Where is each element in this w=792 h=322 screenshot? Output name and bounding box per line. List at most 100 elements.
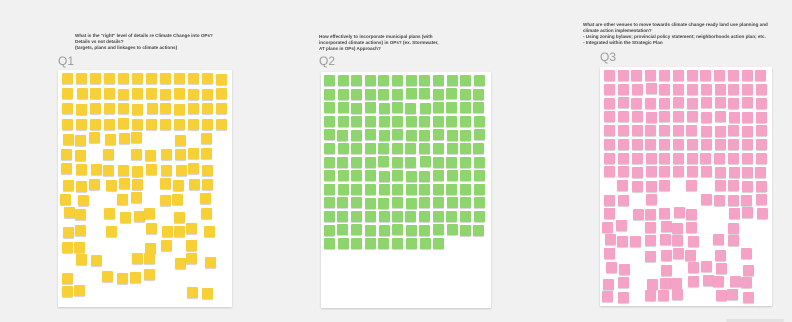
- sticky-note-3-80[interactable]: [700, 153, 712, 164]
- sticky-note-2-122[interactable]: [337, 210, 349, 222]
- sticky-note-2-44[interactable]: [419, 115, 431, 127]
- sticky-note-3-35[interactable]: [741, 97, 753, 109]
- sticky-note-2-137[interactable]: [378, 224, 390, 236]
- sticky-note-3-141[interactable]: [660, 249, 672, 261]
- sticky-note-1-12[interactable]: [216, 73, 228, 85]
- sticky-note-2-64[interactable]: [364, 142, 376, 154]
- sticky-note-3-138[interactable]: [727, 234, 739, 246]
- sticky-note-2-14[interactable]: [337, 88, 349, 100]
- sticky-note-1-14[interactable]: [76, 87, 88, 99]
- sticky-note-1-76[interactable]: [202, 164, 214, 176]
- sticky-note-2-136[interactable]: [364, 224, 376, 236]
- sticky-note-2-21[interactable]: [433, 88, 445, 100]
- sticky-note-3-88[interactable]: [645, 166, 657, 178]
- sticky-note-3-27[interactable]: [631, 97, 643, 109]
- sticky-note-3-169[interactable]: [726, 289, 738, 301]
- sticky-note-3-2[interactable]: [617, 69, 629, 81]
- sticky-note-2-33[interactable]: [432, 102, 444, 114]
- sticky-note-3-127[interactable]: [671, 222, 683, 234]
- sticky-note-3-146[interactable]: [605, 262, 617, 274]
- sticky-note-3-6[interactable]: [673, 70, 685, 82]
- sticky-note-3-34[interactable]: [728, 97, 740, 109]
- sticky-note-3-26[interactable]: [618, 97, 629, 109]
- sticky-note-3-62[interactable]: [617, 139, 629, 151]
- sticky-note-1-49[interactable]: [63, 134, 75, 146]
- sticky-note-1-116[interactable]: [90, 255, 102, 267]
- sticky-note-3-82[interactable]: [727, 152, 739, 164]
- sticky-note-2-83[interactable]: [460, 156, 472, 168]
- sticky-note-2-30[interactable]: [392, 102, 404, 113]
- sticky-note-2-84[interactable]: [473, 156, 485, 168]
- sticky-note-1-114[interactable]: [186, 240, 198, 252]
- sticky-note-2-117[interactable]: [433, 197, 444, 209]
- sticky-note-1-31[interactable]: [146, 103, 158, 115]
- sticky-note-2-46[interactable]: [446, 115, 458, 127]
- sticky-note-1-2[interactable]: [75, 72, 87, 84]
- sticky-note-2-100[interactable]: [364, 183, 376, 195]
- q3-board[interactable]: [600, 67, 772, 306]
- sticky-note-3-71[interactable]: [742, 138, 754, 150]
- sticky-note-3-137[interactable]: [712, 233, 724, 245]
- sticky-note-3-52[interactable]: [645, 125, 657, 136]
- sticky-note-2-107[interactable]: [460, 183, 471, 195]
- sticky-note-1-38[interactable]: [76, 119, 88, 131]
- sticky-note-2-127[interactable]: [405, 211, 417, 223]
- sticky-note-2-88[interactable]: [364, 170, 376, 182]
- sticky-note-3-103[interactable]: [728, 180, 740, 192]
- sticky-note-3-113[interactable]: [756, 193, 768, 205]
- sticky-note-3-87[interactable]: [631, 166, 643, 178]
- sticky-note-2-2[interactable]: [337, 74, 349, 86]
- sticky-note-1-5[interactable]: [118, 72, 130, 84]
- sticky-note-3-110[interactable]: [714, 195, 726, 206]
- sticky-note-2-18[interactable]: [391, 88, 403, 100]
- sticky-note-1-53[interactable]: [119, 133, 131, 144]
- sticky-note-2-110[interactable]: [337, 197, 349, 209]
- sticky-note-1-95[interactable]: [74, 209, 86, 220]
- sticky-note-2-38[interactable]: [337, 115, 349, 127]
- sticky-note-2-4[interactable]: [365, 75, 377, 86]
- sticky-note-2-50[interactable]: [337, 129, 349, 141]
- sticky-note-2-134[interactable]: [337, 224, 349, 236]
- sticky-note-3-160[interactable]: [713, 275, 725, 287]
- sticky-note-2-144[interactable]: [473, 224, 485, 236]
- sticky-note-1-75[interactable]: [187, 162, 199, 174]
- sticky-note-2-57[interactable]: [432, 129, 444, 141]
- sticky-note-3-109[interactable]: [700, 194, 712, 205]
- sticky-note-2-61[interactable]: [324, 143, 336, 155]
- sticky-note-2-54[interactable]: [392, 129, 404, 141]
- sticky-note-3-162[interactable]: [741, 277, 753, 289]
- sticky-note-1-10[interactable]: [188, 73, 200, 84]
- sticky-note-1-64[interactable]: [187, 147, 199, 159]
- sticky-note-3-154[interactable]: [618, 276, 629, 288]
- sticky-note-3-157[interactable]: [671, 277, 683, 289]
- q1-board[interactable]: [58, 70, 232, 307]
- sticky-note-3-98[interactable]: [632, 180, 644, 192]
- sticky-note-2-9[interactable]: [433, 75, 444, 87]
- sticky-note-2-36[interactable]: [473, 102, 485, 114]
- sticky-note-1-25[interactable]: [62, 103, 74, 115]
- sticky-note-2-13[interactable]: [324, 88, 336, 100]
- sticky-note-1-62[interactable]: [160, 148, 172, 160]
- sticky-note-2-145[interactable]: [324, 238, 336, 250]
- sticky-note-1-112[interactable]: [145, 242, 157, 254]
- sticky-note-2-129[interactable]: [432, 211, 444, 223]
- sticky-note-3-59[interactable]: [741, 125, 753, 137]
- sticky-note-3-1[interactable]: [604, 70, 616, 82]
- sticky-note-1-100[interactable]: [174, 212, 186, 224]
- sticky-note-2-146[interactable]: [337, 238, 349, 250]
- sticky-note-3-74[interactable]: [617, 152, 629, 164]
- sticky-note-2-51[interactable]: [351, 129, 363, 141]
- sticky-note-3-22[interactable]: [728, 83, 740, 95]
- sticky-note-1-36[interactable]: [216, 103, 228, 114]
- sticky-note-2-73[interactable]: [323, 156, 335, 168]
- sticky-note-1-46[interactable]: [187, 118, 199, 130]
- sticky-note-1-58[interactable]: [75, 149, 87, 161]
- sticky-note-1-11[interactable]: [201, 72, 213, 84]
- sticky-note-2-111[interactable]: [351, 197, 363, 209]
- sticky-note-2-150[interactable]: [391, 238, 403, 250]
- sticky-note-3-29[interactable]: [659, 97, 671, 109]
- sticky-note-2-20[interactable]: [419, 88, 431, 100]
- sticky-note-1-73[interactable]: [160, 165, 172, 177]
- sticky-note-2-60[interactable]: [473, 129, 485, 141]
- sticky-note-3-94[interactable]: [728, 166, 740, 178]
